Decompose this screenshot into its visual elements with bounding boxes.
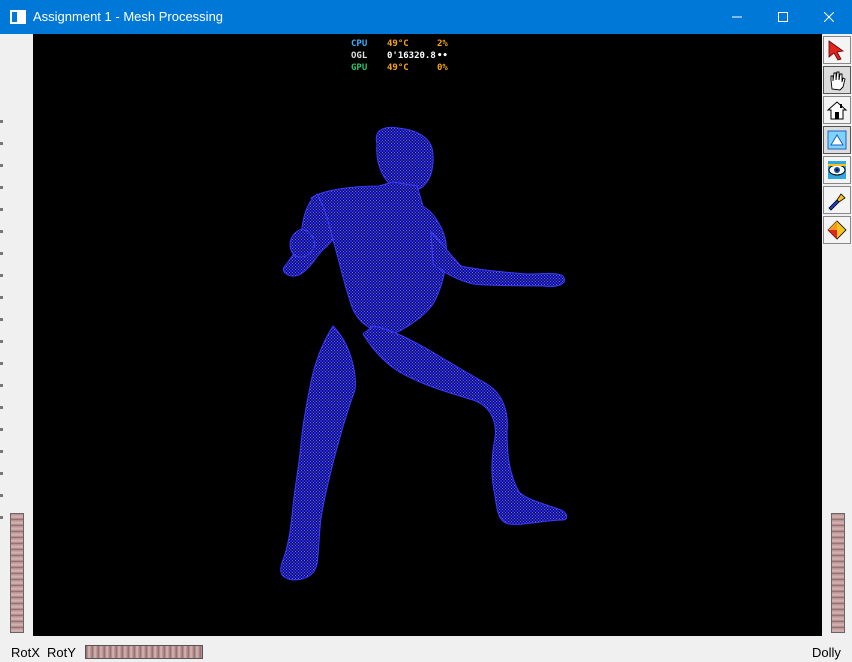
select-tool-button[interactable] — [823, 36, 851, 64]
close-button[interactable] — [806, 0, 852, 34]
app-window: Assignment 1 - Mesh Processing CPU 49°C … — [0, 0, 852, 662]
shading-cube-icon — [827, 220, 847, 240]
title-bar[interactable]: Assignment 1 - Mesh Processing — [0, 0, 852, 34]
minimize-button[interactable] — [714, 0, 760, 34]
dolly-label: Dolly — [812, 645, 841, 660]
minimize-icon — [732, 16, 742, 18]
mesh-figure — [280, 126, 568, 581]
background-window-edge — [0, 120, 3, 520]
tool-palette — [823, 36, 851, 246]
eye-view-icon — [828, 161, 846, 179]
eye-view-button[interactable] — [823, 156, 851, 184]
dolly-slider[interactable] — [831, 513, 845, 633]
pan-tool-button[interactable] — [823, 66, 851, 94]
fit-view-button[interactable] — [823, 126, 851, 154]
maximize-icon — [778, 12, 788, 22]
home-view-icon — [826, 101, 848, 120]
fit-view-icon — [827, 130, 847, 150]
app-icon — [10, 10, 26, 24]
roty-slider[interactable] — [85, 645, 203, 659]
flashlight-icon — [828, 193, 846, 211]
flashlight-tool-button[interactable] — [823, 186, 851, 214]
window-title: Assignment 1 - Mesh Processing — [33, 9, 224, 24]
maximize-button[interactable] — [760, 0, 806, 34]
rotx-label: RotX — [11, 645, 40, 660]
select-arrow-icon — [828, 40, 845, 61]
pan-hand-icon — [830, 71, 846, 91]
close-icon — [824, 12, 834, 22]
home-view-button[interactable] — [823, 96, 851, 124]
rotx-slider[interactable] — [10, 513, 24, 633]
3d-viewport[interactable]: CPU 49°C 2% OGL 0'16320.8 •• GPU 49°C 0% — [33, 34, 822, 636]
roty-label: RotY — [47, 645, 76, 660]
shading-tool-button[interactable] — [823, 216, 851, 244]
